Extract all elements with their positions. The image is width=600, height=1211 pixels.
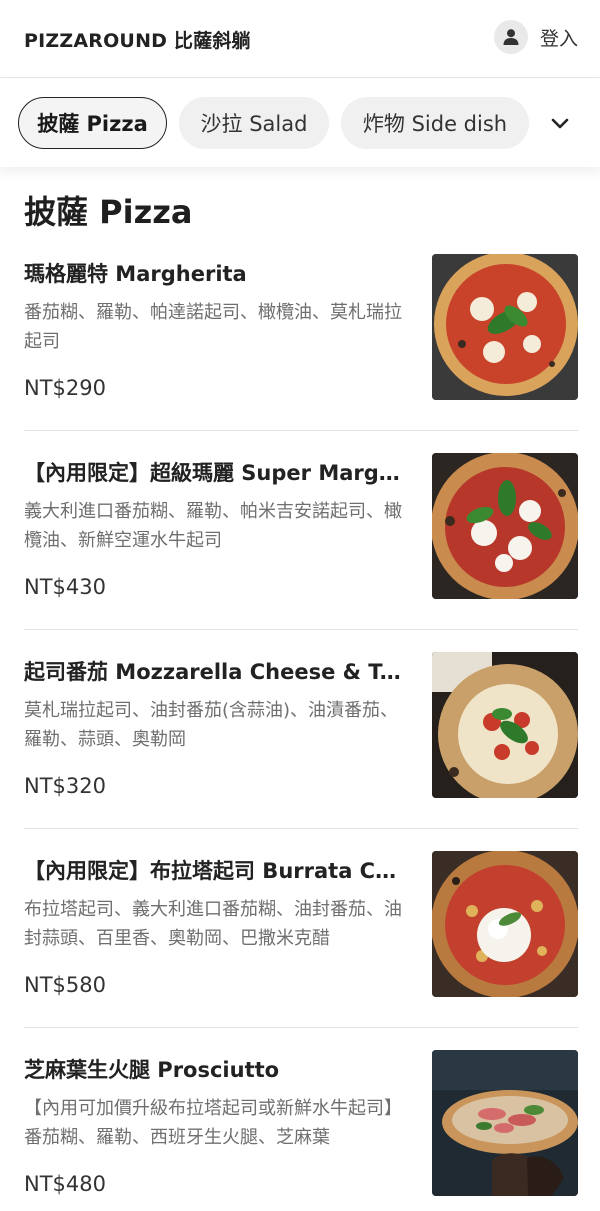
item-photo [432, 1050, 578, 1196]
section-title: 披薩 Pizza [24, 193, 193, 231]
app-header: PIZZAROUND 比薩斜躺 登入 [0, 0, 600, 78]
item-price: NT$290 [24, 376, 106, 400]
item-description: 義大利進口番茄糊、羅勒、帕米吉安諾起司、橄欖油、新鮮空運水牛起司 [24, 501, 402, 551]
login-button[interactable]: 登入 [493, 20, 578, 54]
item-photo [432, 453, 578, 599]
tab-side-dish[interactable]: 炸物 Side dish [341, 97, 529, 149]
chevron-down-icon[interactable] [542, 105, 578, 141]
item-description: 布拉塔起司、義大利進口番茄糊、油封番茄、油封蒜頭、百里香、奧勒岡、巴撒米克醋 [24, 899, 402, 949]
tab-pizza[interactable]: 披薩 Pizza [18, 97, 167, 149]
item-photo [432, 652, 578, 798]
menu-list: 瑪格麗特 Margherita 番茄糊、羅勒、帕達諾起司、橄欖油、莫札瑞拉起司 … [0, 232, 600, 1211]
item-description: 莫札瑞拉起司、油封番茄(含蒜油)、油漬番茄、羅勒、蒜頭、奧勒岡 [24, 700, 399, 750]
tab-salad[interactable]: 沙拉 Salad [179, 97, 329, 149]
item-name: 【內用限定】布拉塔起司 Burrata Cheese [24, 859, 404, 883]
menu-item-prosciutto[interactable]: 芝麻葉生火腿 Prosciutto 【內用可加價升級布拉塔起司或新鮮水牛起司】番… [24, 1028, 578, 1211]
item-photo [432, 254, 578, 400]
item-name: 瑪格麗特 Margherita [24, 262, 247, 286]
login-label: 登入 [539, 27, 578, 50]
item-name: 芝麻葉生火腿 Prosciutto [24, 1058, 280, 1082]
item-name: 【內用限定】超級瑪麗 Super Margherita [24, 461, 404, 485]
user-icon [493, 20, 528, 54]
item-price: NT$480 [24, 1172, 106, 1196]
item-name: 起司番茄 Mozzarella Cheese & Tomato [24, 660, 404, 684]
item-price: NT$580 [24, 973, 106, 997]
menu-item-margherita[interactable]: 瑪格麗特 Margherita 番茄糊、羅勒、帕達諾起司、橄欖油、莫札瑞拉起司 … [24, 232, 578, 431]
item-photo [432, 851, 578, 997]
menu-item-burrata[interactable]: 【內用限定】布拉塔起司 Burrata Cheese 布拉塔起司、義大利進口番茄… [24, 829, 578, 1028]
brand-name[interactable]: PIZZAROUND 比薩斜躺 [24, 26, 251, 53]
item-description: 番茄糊、羅勒、帕達諾起司、橄欖油、莫札瑞拉起司 [24, 302, 402, 352]
item-description: 【內用可加價升級布拉塔起司或新鮮水牛起司】番茄糊、羅勒、西班牙生火腿、芝麻葉 [24, 1098, 402, 1148]
item-price: NT$430 [24, 575, 106, 599]
item-price: NT$320 [24, 774, 106, 798]
menu-item-super-margherita[interactable]: 【內用限定】超級瑪麗 Super Margherita 義大利進口番茄糊、羅勒、… [24, 431, 578, 630]
category-tabs: 披薩 Pizza 沙拉 Salad 炸物 Side dish [0, 79, 600, 167]
menu-item-mozzarella-tomato[interactable]: 起司番茄 Mozzarella Cheese & Tomato 莫札瑞拉起司、油… [24, 630, 578, 829]
